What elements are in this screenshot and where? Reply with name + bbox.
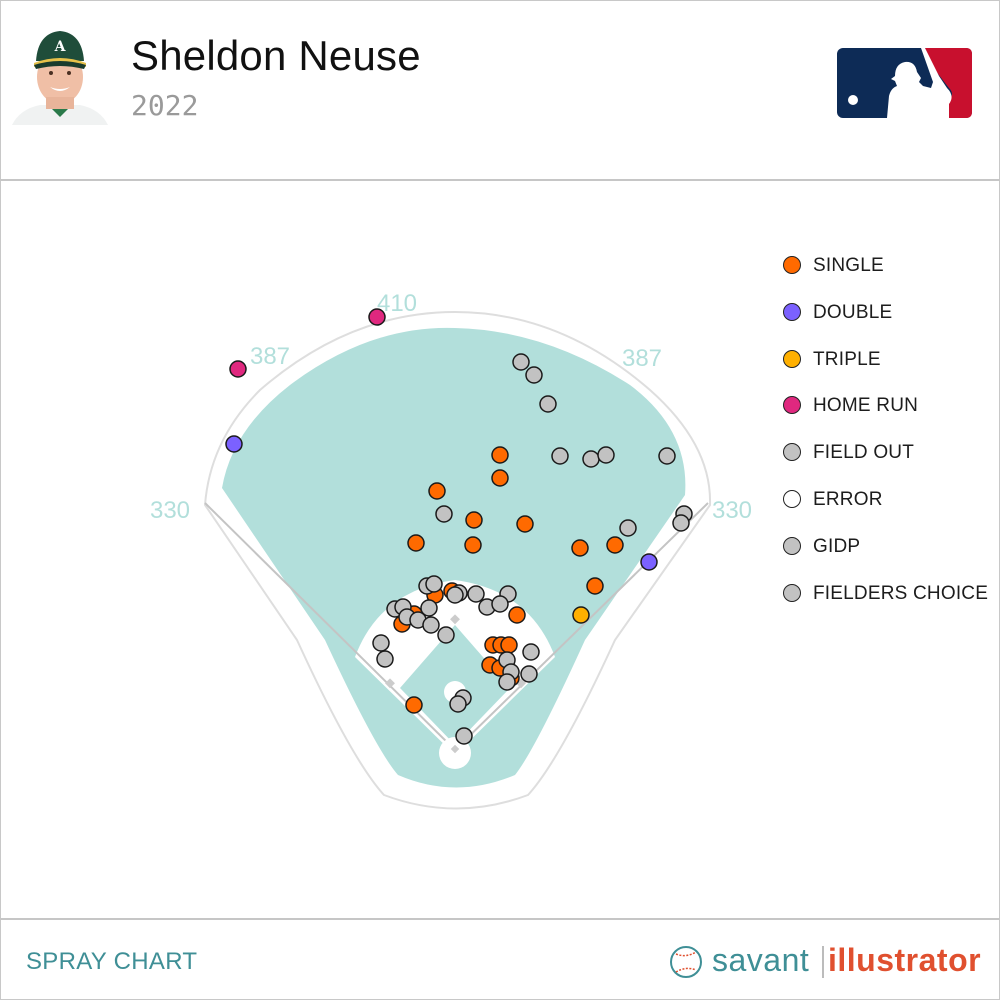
point-field-out bbox=[672, 514, 690, 532]
legend-swatch-icon bbox=[783, 349, 801, 368]
chart-type-label: SPRAY CHART bbox=[26, 948, 198, 975]
point-field-out bbox=[491, 595, 509, 613]
point-home-run bbox=[229, 360, 247, 378]
point-field-out bbox=[582, 450, 600, 468]
player-headshot: A bbox=[10, 25, 110, 125]
point-double bbox=[225, 435, 243, 453]
point-single bbox=[508, 606, 526, 624]
legend-label: GIDP bbox=[813, 535, 861, 557]
point-single bbox=[606, 536, 624, 554]
svg-text:A: A bbox=[54, 39, 67, 55]
point-field-out bbox=[425, 575, 443, 593]
point-field-out bbox=[435, 505, 453, 523]
footer: SPRAY CHART savant illustrator bbox=[0, 918, 1000, 1002]
baseball-icon bbox=[670, 946, 702, 978]
point-field-out bbox=[498, 673, 516, 691]
point-single bbox=[405, 696, 423, 714]
point-field-out bbox=[455, 727, 473, 745]
point-field-out bbox=[437, 626, 455, 644]
point-field-out bbox=[376, 650, 394, 668]
legend-label: SINGLE bbox=[813, 255, 884, 276]
point-field-out bbox=[525, 366, 543, 384]
fence-distance-left-center: 387 bbox=[250, 343, 290, 370]
point-field-out bbox=[551, 447, 569, 465]
point-field-out bbox=[539, 395, 557, 413]
point-single bbox=[491, 469, 509, 487]
point-field-out bbox=[449, 695, 467, 713]
point-field-out bbox=[512, 353, 530, 371]
legend-swatch-icon bbox=[783, 302, 801, 321]
brand-savant-text: savant bbox=[712, 942, 810, 978]
legend-label: TRIPLE bbox=[813, 348, 881, 370]
mlb-logo-icon bbox=[837, 48, 972, 118]
point-single bbox=[516, 515, 534, 533]
point-field-out bbox=[658, 447, 676, 465]
point-single bbox=[571, 539, 589, 557]
point-single bbox=[500, 636, 518, 654]
legend-label: FIELDERS CHOICE bbox=[813, 582, 989, 604]
legend-label: ERROR bbox=[813, 489, 883, 510]
legend-label: FIELD OUT bbox=[813, 442, 915, 464]
point-field-out bbox=[467, 585, 485, 603]
player-name: Sheldon Neuse bbox=[131, 32, 421, 79]
point-single bbox=[407, 534, 425, 552]
brand-illustrator-text: illustrator bbox=[828, 942, 982, 978]
legend-swatch-icon bbox=[783, 583, 801, 602]
point-field-out bbox=[422, 616, 440, 634]
point-field-out bbox=[446, 586, 464, 604]
fence-distance-right-center: 387 bbox=[622, 345, 662, 372]
point-field-out bbox=[619, 519, 637, 537]
season-label: 2022 bbox=[131, 89, 199, 122]
point-field-out bbox=[597, 446, 615, 464]
point-single bbox=[586, 577, 604, 595]
legend-label: HOME RUN bbox=[813, 395, 919, 417]
point-single bbox=[465, 511, 483, 529]
point-triple bbox=[572, 606, 590, 624]
point-double bbox=[640, 553, 658, 571]
point-single bbox=[464, 536, 482, 554]
point-field-out bbox=[522, 643, 540, 661]
point-home-run bbox=[368, 308, 386, 326]
legend-swatch-icon bbox=[783, 490, 801, 508]
legend-swatch-icon bbox=[783, 536, 801, 555]
header: A Sheldon Neuse 2022 bbox=[0, 0, 1000, 181]
legend-swatch-icon bbox=[783, 256, 801, 274]
point-field-out bbox=[372, 634, 390, 652]
fence-distance-left-field-line: 330 bbox=[150, 497, 190, 524]
brand-divider bbox=[822, 946, 824, 978]
point-single bbox=[491, 446, 509, 464]
legend-label: DOUBLE bbox=[813, 301, 893, 323]
point-single bbox=[428, 482, 446, 500]
point-field-out bbox=[520, 665, 538, 683]
fence-distance-right-field-line: 330 bbox=[712, 497, 752, 524]
